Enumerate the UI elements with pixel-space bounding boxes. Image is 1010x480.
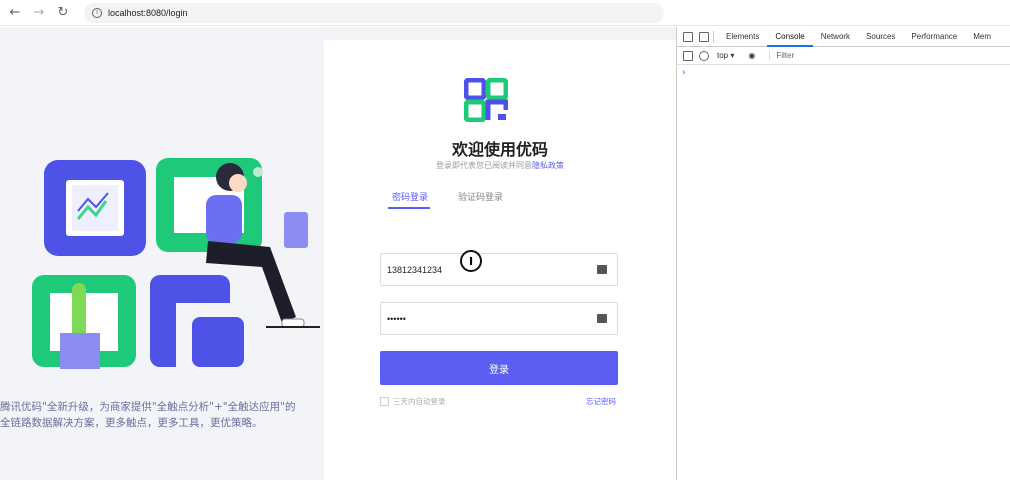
tagline-line-1: 腾讯优码"全新升级，为商家提供"全触点分析"+"全触达应用"的 (0, 401, 296, 413)
phone-device (284, 212, 308, 248)
remember-checkbox[interactable] (380, 397, 389, 406)
context-selector[interactable]: top ▾ (717, 51, 734, 60)
person-shoe (281, 318, 305, 328)
keyboard-icon[interactable] (597, 265, 607, 274)
tab-password-login[interactable]: 密码登录 (392, 190, 428, 203)
tagline: 腾讯优码"全新升级，为商家提供"全触点分析"+"全触达应用"的 全链路数据解决方… (0, 399, 324, 431)
reload-icon[interactable]: ↻ (54, 4, 72, 22)
person-face (229, 174, 247, 192)
console-prompt[interactable]: › (677, 65, 1010, 78)
eye-icon[interactable]: ◉ (748, 51, 755, 60)
url-text: localhost:8080/login (108, 7, 188, 18)
tab-console[interactable]: Console (767, 27, 813, 47)
remember-me[interactable]: 三天内自动登录 (380, 396, 446, 407)
tab-memory[interactable]: Mem (965, 27, 999, 47)
divider (713, 30, 714, 43)
password-input-value: •••••• (387, 313, 406, 324)
subtitle-text: 登录即代表您已阅读并同意 (436, 161, 532, 170)
context-value: top (717, 51, 729, 60)
sidebar-toggle-icon[interactable] (683, 50, 693, 61)
phone-input[interactable]: 13812341234 (380, 253, 618, 286)
login-subtitle: 登录即代表您已阅读并同意隐私政策 (324, 160, 676, 171)
tab-sources[interactable]: Sources (858, 27, 903, 47)
browser-toolbar: ← → ↻ i localhost:8080/login (0, 0, 1010, 26)
illustration-panel: 腾讯优码"全新升级，为商家提供"全触点分析"+"全触达应用"的 全链路数据解决方… (0, 27, 324, 480)
device-toggle-icon[interactable] (699, 31, 709, 42)
login-title: 欢迎使用优码 (451, 140, 548, 159)
qr-illustration (32, 158, 320, 373)
page-viewport: 腾讯优码"全新升级，为商家提供"全触点分析"+"全触达应用"的 全链路数据解决方… (0, 27, 676, 480)
info-icon[interactable]: i (92, 7, 102, 18)
remember-label: 三天内自动登录 (393, 397, 446, 406)
forward-icon[interactable]: → (30, 4, 48, 22)
console-toolbar: top ▾ ◉ Filter (677, 47, 1010, 65)
console-filter-input[interactable]: Filter (769, 51, 794, 60)
plant-pot (60, 333, 100, 369)
login-card: 欢迎使用优码 登录即代表您已阅读并同意隐私政策 密码登录 验证码登录 13812… (324, 40, 676, 480)
tab-code-login[interactable]: 验证码登录 (458, 190, 503, 203)
text-cursor-icon: I (460, 250, 482, 272)
back-icon[interactable]: ← (6, 4, 24, 22)
address-bar[interactable]: i localhost:8080/login (84, 2, 664, 23)
clear-console-icon[interactable] (699, 50, 709, 61)
block-blue-small (192, 317, 244, 367)
devtools-tabbar: Elements Console Network Sources Perform… (677, 27, 1010, 47)
chart-bg (72, 185, 118, 231)
tagline-line-2: 全链路数据解决方案，更多触点，更多工具，更优策略。 (0, 417, 263, 429)
tab-elements[interactable]: Elements (718, 27, 767, 47)
tab-network[interactable]: Network (813, 27, 858, 47)
decor-dot (253, 167, 263, 177)
phone-input-value: 13812341234 (387, 264, 443, 275)
password-input[interactable]: •••••• (380, 302, 618, 335)
devtools-panel: Elements Console Network Sources Perform… (676, 27, 1010, 480)
privacy-policy-link[interactable]: 隐私政策 (532, 161, 564, 170)
tab-performance[interactable]: Performance (903, 27, 965, 47)
login-button[interactable]: 登录 (380, 351, 618, 385)
forgot-password-link[interactable]: 忘记密码 (586, 396, 616, 407)
keyboard-icon[interactable] (597, 314, 607, 323)
person-body (206, 195, 242, 243)
youma-logo-icon (464, 78, 508, 122)
inspect-icon[interactable] (683, 31, 693, 42)
tab-active-indicator (388, 207, 430, 209)
